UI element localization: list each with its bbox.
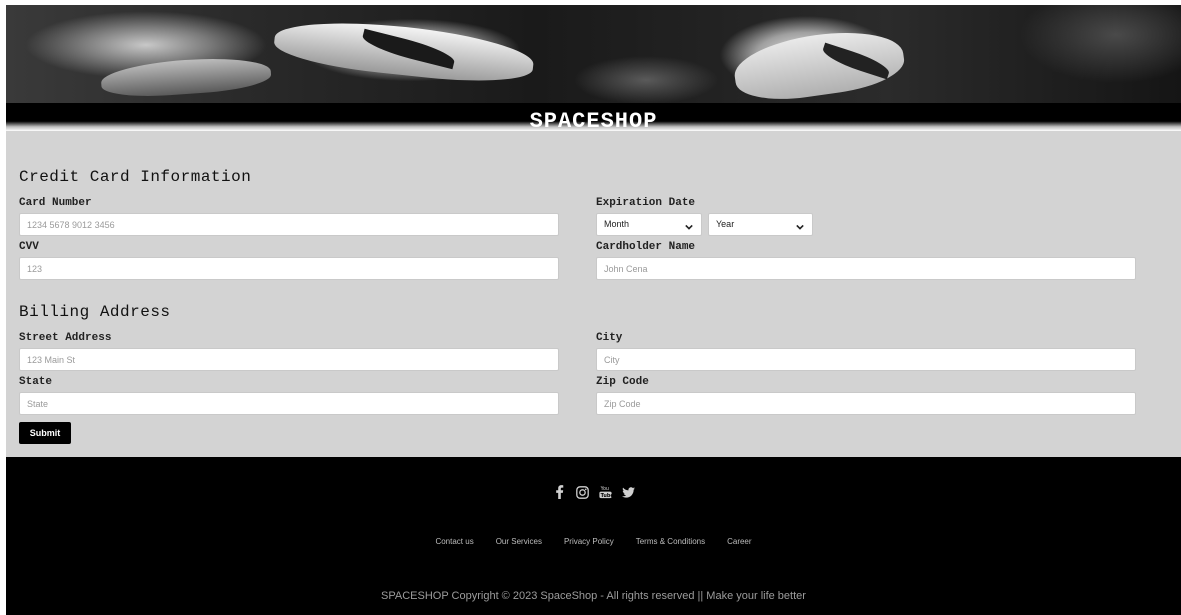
expiration-year-select[interactable]: Year	[708, 213, 813, 236]
cardholder-name-input[interactable]	[596, 257, 1136, 280]
state-input[interactable]	[19, 392, 559, 415]
chevron-down-icon	[796, 218, 804, 239]
zip-code-input[interactable]	[596, 392, 1136, 415]
expiration-date-label: Expiration Date	[596, 197, 696, 209]
site-brand[interactable]: SPACESHOP	[6, 108, 1181, 130]
cardholder-name-label: Cardholder Name	[596, 241, 696, 253]
month-selected-value: Month	[604, 219, 630, 229]
copyright-text: SPACESHOP Copyright © 2023 SpaceShop - A…	[381, 590, 806, 602]
footer-link-contact-us[interactable]: Contact us	[435, 537, 473, 546]
facebook-icon[interactable]	[552, 485, 566, 499]
card-number-input[interactable]	[19, 213, 559, 236]
footer-link-our-services[interactable]: Our Services	[496, 537, 542, 546]
cvv-input[interactable]	[19, 257, 559, 280]
social-links: YouTube	[6, 485, 1181, 499]
footer-links: Contact us Our Services Privacy Policy T…	[6, 537, 1181, 546]
instagram-icon[interactable]	[575, 485, 589, 499]
footer-link-terms-conditions[interactable]: Terms & Conditions	[636, 537, 705, 546]
svg-text:You: You	[599, 486, 608, 492]
billing-section-title: Billing Address	[19, 303, 171, 321]
zip-code-label: Zip Code	[596, 376, 649, 388]
city-input[interactable]	[596, 348, 1136, 371]
city-label: City	[596, 332, 623, 344]
credit-card-section-title: Credit Card Information	[19, 168, 252, 186]
checkout-form: Credit Card Information Card Number Expi…	[6, 131, 1181, 457]
site-footer: YouTube Contact us Our Services Privacy …	[6, 457, 1181, 615]
submit-button[interactable]: Submit	[19, 422, 71, 444]
twitter-icon[interactable]	[621, 485, 635, 499]
card-number-label: Card Number	[19, 197, 92, 209]
footer-link-career[interactable]: Career	[727, 537, 751, 546]
svg-text:Tube: Tube	[600, 493, 611, 499]
hero-banner: SPACESHOP	[6, 5, 1181, 131]
chevron-down-icon	[685, 218, 693, 239]
cvv-label: CVV	[19, 241, 39, 253]
expiration-month-select[interactable]: Month	[596, 213, 702, 236]
year-selected-value: Year	[716, 219, 735, 229]
street-address-label: Street Address	[19, 332, 112, 344]
youtube-icon[interactable]: YouTube	[598, 485, 612, 499]
state-label: State	[19, 376, 53, 388]
street-address-input[interactable]	[19, 348, 559, 371]
footer-link-privacy-policy[interactable]: Privacy Policy	[564, 537, 614, 546]
